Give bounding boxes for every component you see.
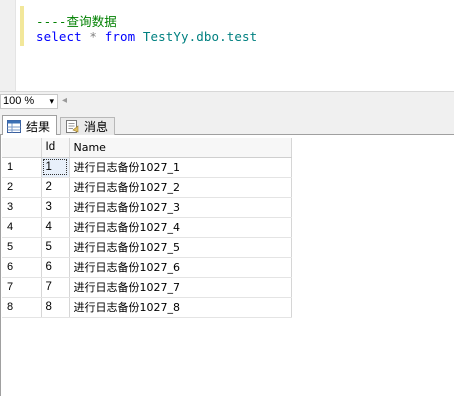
cell-name[interactable]: 进行日志备份1027_5 [69,237,292,258]
row-number[interactable]: 5 [2,237,42,258]
row-number[interactable]: 8 [2,297,42,318]
row-number[interactable]: 7 [2,277,42,298]
tab-results[interactable]: 结果 [2,115,57,136]
editor-gutter [0,0,16,91]
row-number[interactable]: 1 [2,157,42,178]
chevron-down-icon[interactable]: ▾ [49,95,54,108]
tab-messages[interactable]: 消息 [60,117,115,135]
table-row[interactable]: 2 2 进行日志备份1027_2 [2,177,292,198]
results-grid-area: Id Name 1 1 进行日志备份1027_1 2 2 进行日志备份1027_… [0,135,454,396]
cell-name[interactable]: 进行日志备份1027_1 [69,157,292,178]
table-row[interactable]: 5 5 进行日志备份1027_5 [2,237,292,258]
zoom-select[interactable]: 100 % ▾ [0,94,58,109]
cell-name[interactable]: 进行日志备份1027_2 [69,177,292,198]
scroll-left-icon[interactable]: ◂ [62,95,67,106]
grid-header-row: Id Name [2,138,292,158]
query-editor[interactable]: ----查询数据 select * from TestYy.dbo.test [0,0,454,91]
cell-id[interactable]: 1 [41,157,70,178]
zoom-strip: 100 % ▾ ◂ [0,91,454,111]
column-header-name[interactable]: Name [69,138,292,158]
results-tabbar: 结果 消息 [0,111,454,136]
cell-id[interactable]: 6 [41,257,70,278]
cell-name[interactable]: 进行日志备份1027_6 [69,257,292,278]
message-icon [65,120,79,133]
cell-name[interactable]: 进行日志备份1027_8 [69,297,292,318]
column-header-id[interactable]: Id [41,138,70,158]
table-row[interactable]: 8 8 进行日志备份1027_8 [2,297,292,318]
table-row[interactable]: 6 6 进行日志备份1027_6 [2,257,292,278]
cell-id[interactable]: 7 [41,277,70,298]
table-row[interactable]: 7 7 进行日志备份1027_7 [2,277,292,298]
row-number[interactable]: 3 [2,197,42,218]
keyword-select: select [36,29,82,44]
cell-id[interactable]: 4 [41,217,70,238]
grid-corner[interactable] [2,138,42,158]
row-number[interactable]: 4 [2,217,42,238]
table-row[interactable]: 1 1 进行日志备份1027_1 [2,157,292,178]
row-number[interactable]: 6 [2,257,42,278]
code-comment-line[interactable]: ----查询数据 [36,11,117,30]
row-number[interactable]: 2 [2,177,42,198]
zoom-value: 100 % [3,95,35,107]
change-marker [20,6,24,46]
table-reference: TestYy.dbo.test [142,29,258,44]
grid-icon [7,119,21,133]
cell-name[interactable]: 进行日志备份1027_3 [69,197,292,218]
cell-id[interactable]: 2 [41,177,70,198]
tab-results-label: 结果 [26,119,51,134]
cell-id[interactable]: 8 [41,297,70,318]
operator-star: * [89,29,98,44]
table-row[interactable]: 4 4 进行日志备份1027_4 [2,217,292,238]
tab-messages-label: 消息 [84,120,109,134]
keyword-from: from [104,29,136,44]
cell-id[interactable]: 3 [41,197,70,218]
cell-name[interactable]: 进行日志备份1027_7 [69,277,292,298]
code-query-line[interactable]: select * from TestYy.dbo.test [36,29,257,44]
results-grid[interactable]: Id Name 1 1 进行日志备份1027_1 2 2 进行日志备份1027_… [2,138,292,318]
cell-name[interactable]: 进行日志备份1027_4 [69,217,292,238]
table-row[interactable]: 3 3 进行日志备份1027_3 [2,197,292,218]
cell-id[interactable]: 5 [41,237,70,258]
